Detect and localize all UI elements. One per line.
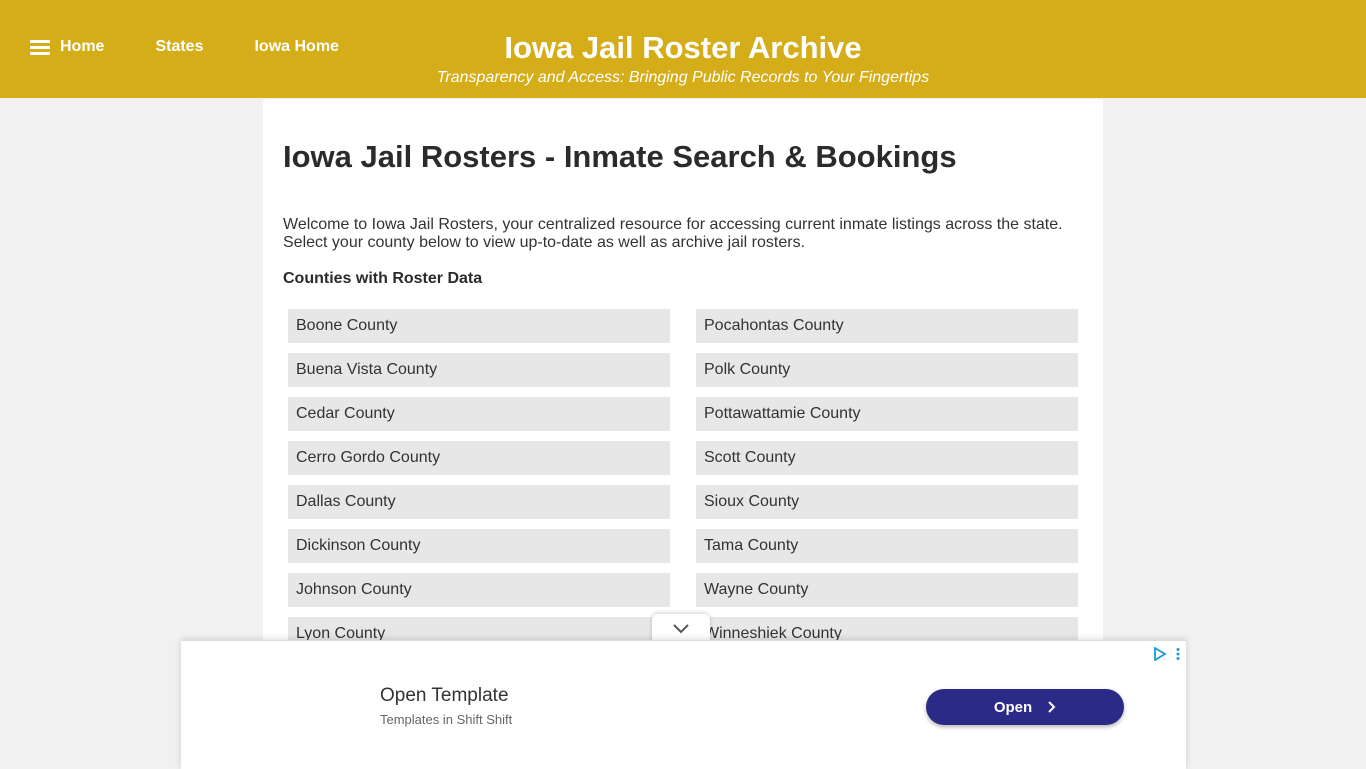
intro-text: Welcome to Iowa Jail Rosters, your centr… (283, 216, 1063, 251)
county-link[interactable]: Cerro Gordo County (288, 441, 670, 475)
ad-open-label: Open (993, 698, 1033, 716)
county-link[interactable]: Wayne County (696, 573, 1078, 607)
county-link[interactable]: Scott County (696, 441, 1078, 475)
ad-info-icons (1153, 647, 1183, 661)
county-link[interactable]: Pottawattamie County (696, 397, 1078, 431)
site-header: Home States Iowa Home Iowa Jail Roster A… (0, 0, 1366, 98)
ad-collapse-button[interactable] (652, 614, 710, 642)
site-title[interactable]: Iowa Jail Roster Archive (383, 30, 983, 66)
county-link[interactable]: Tama County (696, 529, 1078, 563)
chevron-right-icon (1048, 701, 1056, 713)
ad-banner: Open Template Templates in Shift Shift O… (181, 640, 1186, 769)
county-link[interactable]: Dallas County (288, 485, 670, 519)
ad-open-button[interactable]: Open (926, 689, 1124, 725)
ad-subtitle: Templates in Shift Shift (380, 712, 513, 727)
section-title: Counties with Roster Data (283, 270, 483, 287)
nav-home-label: Home (60, 38, 105, 55)
county-link[interactable]: Pocahontas County (696, 309, 1078, 343)
main-nav: Home States Iowa Home (30, 38, 339, 56)
county-link[interactable]: Johnson County (288, 573, 670, 607)
county-link[interactable]: Cedar County (288, 397, 670, 431)
page-title: Iowa Jail Rosters - Inmate Search & Book… (283, 139, 957, 174)
site-tagline: Transparency and Access: Bringing Public… (436, 69, 930, 86)
county-link[interactable]: Polk County (696, 353, 1078, 387)
nav-home[interactable]: Home (30, 38, 104, 56)
chevron-down-icon (673, 624, 689, 634)
nav-states-label: States (155, 38, 204, 55)
ad-title[interactable]: Open Template (380, 685, 509, 707)
nav-states[interactable]: States (155, 38, 203, 56)
more-vert-icon[interactable] (1173, 647, 1183, 661)
hamburger-menu-icon[interactable] (30, 40, 50, 55)
nav-iowa-home-label: Iowa Home (254, 38, 339, 55)
county-link[interactable]: Sioux County (696, 485, 1078, 519)
county-link[interactable]: Buena Vista County (288, 353, 670, 387)
adchoices-icon[interactable] (1153, 647, 1167, 661)
county-link[interactable]: Boone County (288, 309, 670, 343)
county-link[interactable]: Dickinson County (288, 529, 670, 563)
nav-iowa-home[interactable]: Iowa Home (254, 38, 338, 56)
